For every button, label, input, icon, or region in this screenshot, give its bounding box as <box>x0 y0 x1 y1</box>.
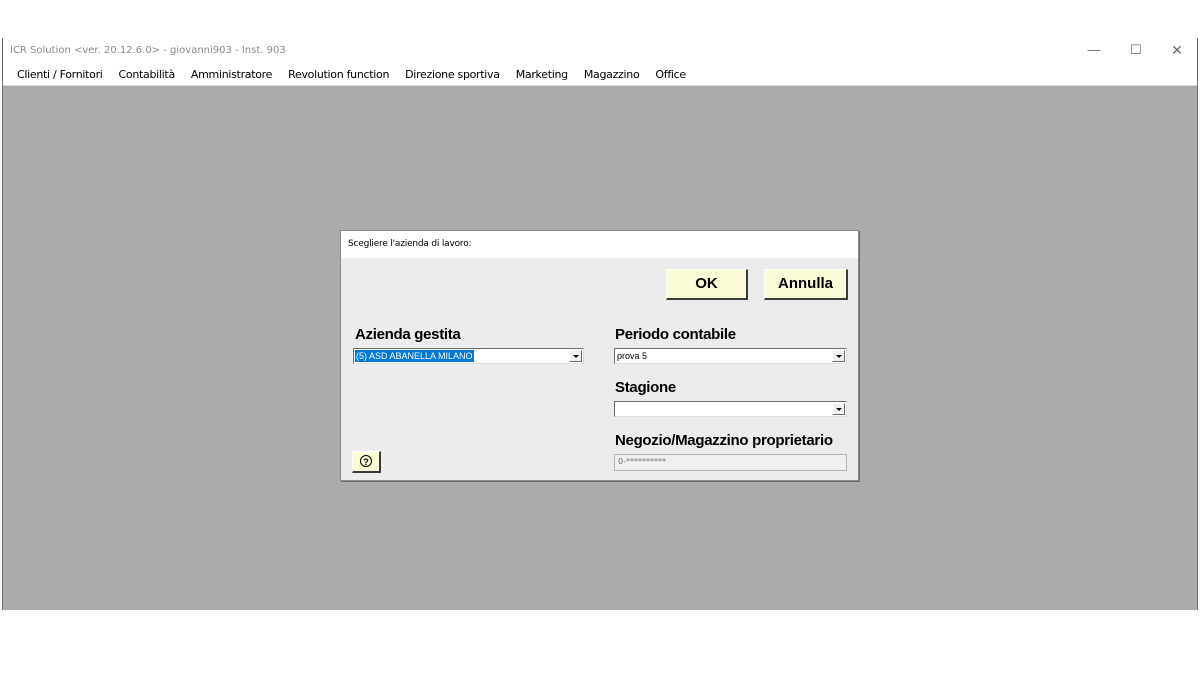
menu-item-office[interactable]: Office <box>647 64 693 85</box>
negozio-field: 0-********** <box>614 454 847 471</box>
ok-button[interactable]: OK <box>666 269 748 300</box>
azienda-dropdown[interactable]: (5) ASD ABANELLA MILANO <box>353 348 584 364</box>
menu-item-contabilita[interactable]: Contabilità <box>111 64 183 85</box>
dialog-title: Scegliere l'azienda di lavoro: <box>348 239 472 249</box>
chevron-down-icon[interactable] <box>832 403 845 415</box>
periodo-label: Periodo contabile <box>615 326 736 343</box>
dialog-title-bar: Scegliere l'azienda di lavoro: <box>341 231 858 258</box>
stagione-label: Stagione <box>615 379 676 396</box>
periodo-value: prova 5 <box>617 351 648 361</box>
menu-item-clienti-fornitori[interactable]: Clienti / Fornitori <box>9 64 111 85</box>
azienda-value: (5) ASD ABANELLA MILANO <box>355 350 474 362</box>
stagione-dropdown[interactable] <box>614 401 847 417</box>
close-button[interactable]: ✕ <box>1157 38 1197 62</box>
help-button[interactable]: ? <box>352 451 381 473</box>
menu-item-direzione-sportiva[interactable]: Direzione sportiva <box>397 64 508 85</box>
window-title: ICR Solution <ver. 20.12.6.0> - giovanni… <box>10 45 286 56</box>
menu-item-amministratore[interactable]: Amministratore <box>183 64 280 85</box>
negozio-label: Negozio/Magazzino proprietario <box>615 432 833 449</box>
company-selection-dialog: Scegliere l'azienda di lavoro: OK Annull… <box>340 230 859 481</box>
menu-item-magazzino[interactable]: Magazzino <box>576 64 648 85</box>
stagione-value <box>616 403 618 415</box>
negozio-value: 0-********** <box>618 457 666 466</box>
chevron-down-icon[interactable] <box>832 350 845 362</box>
help-icon: ? <box>360 455 372 467</box>
maximize-button[interactable]: ☐ <box>1116 38 1156 62</box>
cancel-button[interactable]: Annulla <box>764 269 848 300</box>
minimize-button[interactable]: — <box>1074 38 1114 62</box>
menu-item-marketing[interactable]: Marketing <box>508 64 576 85</box>
menu-bar: Clienti / Fornitori Contabilità Amminist… <box>3 64 1197 86</box>
menu-item-revolution-function[interactable]: Revolution function <box>280 64 397 85</box>
periodo-dropdown[interactable]: prova 5 <box>614 348 847 364</box>
azienda-label: Azienda gestita <box>355 326 461 343</box>
chevron-down-icon[interactable] <box>569 350 582 362</box>
title-bar: ICR Solution <ver. 20.12.6.0> - giovanni… <box>3 38 1197 64</box>
